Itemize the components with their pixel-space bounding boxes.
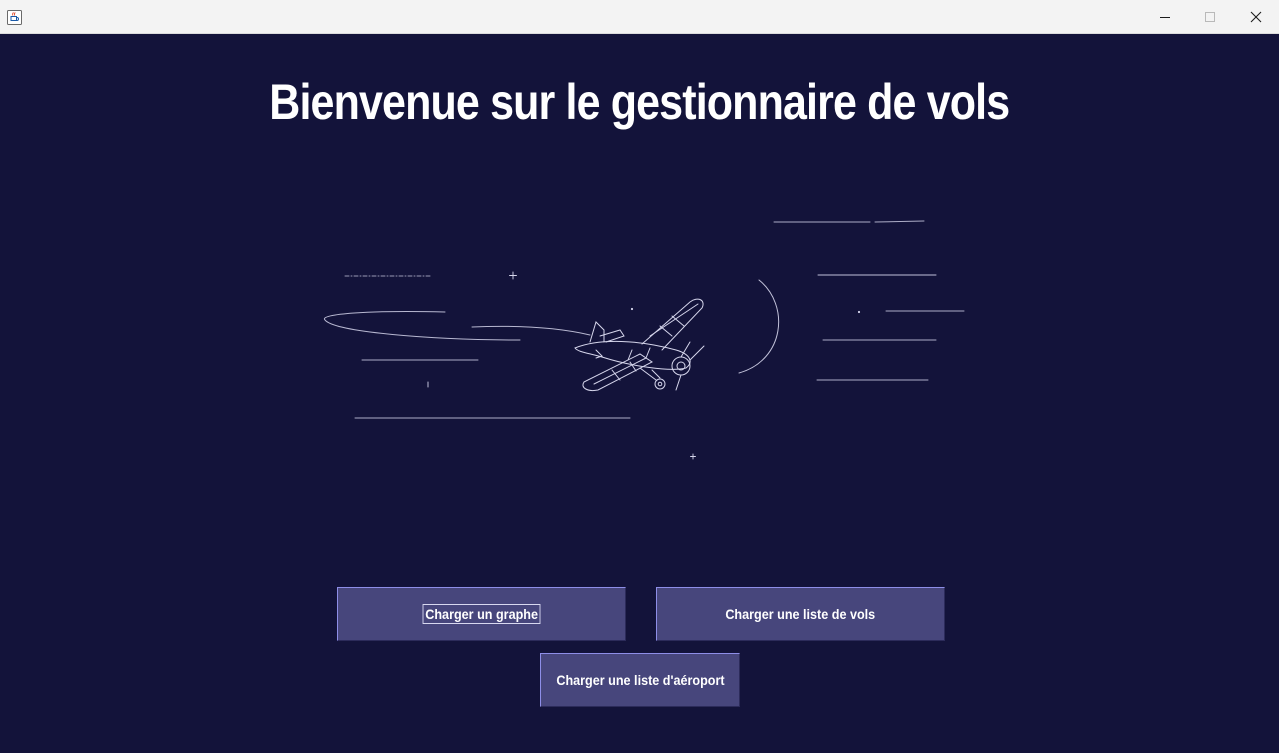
load-flights-button[interactable]: Charger une liste de vols	[656, 587, 945, 641]
load-airports-button[interactable]: Charger une liste d'aéroport	[540, 653, 740, 707]
close-icon	[1250, 11, 1262, 23]
close-button[interactable]	[1233, 0, 1279, 34]
title-bar[interactable]	[0, 0, 1279, 34]
load-graph-label: Charger un graphe	[422, 604, 541, 624]
maximize-icon	[1205, 12, 1215, 22]
load-airports-label: Charger une liste d'aéroport	[555, 672, 725, 688]
java-app-icon[interactable]	[7, 10, 22, 25]
app-window: Bienvenue sur le gestionnaire de vols Ch…	[0, 0, 1279, 753]
minimize-button[interactable]	[1142, 0, 1188, 34]
biplane-illustration	[323, 220, 965, 460]
load-graph-button[interactable]: Charger un graphe	[337, 587, 626, 641]
main-panel: Bienvenue sur le gestionnaire de vols Ch…	[0, 34, 1279, 753]
maximize-button[interactable]	[1187, 0, 1233, 34]
load-flights-label: Charger une liste de vols	[725, 606, 876, 622]
minimize-icon	[1160, 17, 1170, 18]
page-title: Bienvenue sur le gestionnaire de vols	[269, 74, 1010, 130]
